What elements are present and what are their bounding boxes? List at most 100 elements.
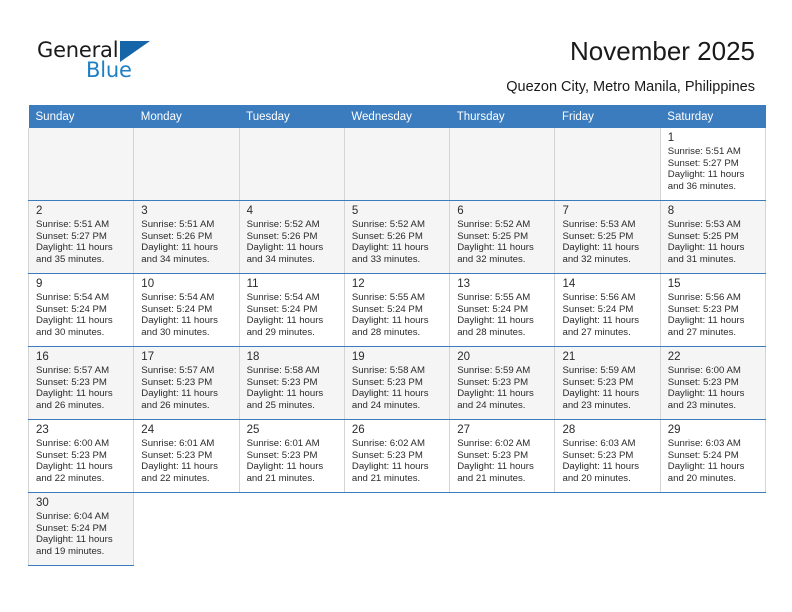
day-number: 10 (141, 278, 155, 290)
calendar-day-cell[interactable]: 22 Sunrise: 6:00 AM Sunset: 5:23 PM Dayli… (659, 346, 767, 420)
calendar-page: General Blue November 2025 Quezon City, … (0, 0, 792, 612)
calendar-day-cell[interactable]: 14 Sunrise: 5:56 AM Sunset: 5:24 PM Dayli… (554, 273, 661, 347)
day-number: 7 (562, 205, 569, 217)
sun-times-text: Sunrise: 6:00 AM Sunset: 5:23 PM Dayligh… (36, 438, 113, 484)
sun-times-text: Sunrise: 5:53 AM Sunset: 5:25 PM Dayligh… (562, 219, 640, 265)
sun-times-text: Sunrise: 6:00 AM Sunset: 5:23 PM Dayligh… (667, 365, 745, 411)
day-number (450, 493, 555, 509)
page-subtitle: Quezon City, Metro Manila, Philippines (506, 79, 755, 95)
day-number: 22 (667, 351, 681, 363)
calendar-empty-cell (554, 492, 661, 566)
day-number: 18 (246, 351, 260, 363)
calendar-day-cell[interactable]: 17 Sunrise: 5:57 AM Sunset: 5:23 PM Dayli… (133, 346, 240, 420)
sun-times-text (29, 144, 133, 146)
calendar-day-cell[interactable]: 13 Sunrise: 5:55 AM Sunset: 5:24 PM Dayli… (449, 273, 556, 347)
calendar-day-cell[interactable]: 11 Sunrise: 5:54 AM Sunset: 5:24 PM Dayli… (238, 273, 345, 347)
day-number: 20 (457, 351, 470, 363)
calendar-day-cell[interactable]: 3 Sunrise: 5:51 AM Sunset: 5:26 PM Daylig… (133, 200, 240, 274)
sun-times-text: Sunrise: 5:55 AM Sunset: 5:24 PM Dayligh… (351, 292, 429, 338)
day-number: 15 (667, 278, 681, 290)
calendar-day-inner: 7 Sunrise: 5:53 AM Sunset: 5:25 PM Daylig… (555, 201, 659, 273)
calendar-day-cell[interactable]: 25 Sunrise: 6:01 AM Sunset: 5:23 PM Dayli… (238, 419, 345, 493)
sun-times-text: Sunrise: 5:57 AM Sunset: 5:23 PM Dayligh… (36, 365, 113, 411)
day-number: 21 (562, 351, 576, 363)
day-number (345, 128, 449, 144)
calendar-day-inner: 4 Sunrise: 5:52 AM Sunset: 5:26 PM Daylig… (240, 201, 344, 273)
sun-times-text: Sunrise: 5:52 AM Sunset: 5:26 PM Dayligh… (351, 219, 429, 265)
calendar-day-inner (134, 128, 238, 200)
sun-times-text (344, 509, 449, 511)
day-number: 29 (667, 424, 681, 436)
day-number: 28 (562, 424, 576, 436)
calendar-day-cell[interactable]: 23 Sunrise: 6:00 AM Sunset: 5:23 PM Dayli… (27, 419, 135, 493)
day-number: 27 (457, 424, 470, 436)
calendar-table: Sunday Monday Tuesday Wednesday Thursday… (27, 105, 767, 566)
calendar-empty-cell (660, 492, 766, 566)
calendar-day-inner: 25 Sunrise: 6:01 AM Sunset: 5:23 PM Dayli… (240, 420, 344, 492)
calendar-day-inner: 1 Sunrise: 5:51 AM Sunset: 5:27 PM Daylig… (661, 128, 765, 200)
calendar-day-cell[interactable]: 18 Sunrise: 5:58 AM Sunset: 5:23 PM Dayli… (238, 346, 345, 420)
sun-times-text: Sunrise: 6:02 AM Sunset: 5:23 PM Dayligh… (351, 438, 429, 484)
calendar-day-cell[interactable]: 5 Sunrise: 5:52 AM Sunset: 5:26 PM Daylig… (343, 200, 451, 274)
sun-times-text: Sunrise: 6:03 AM Sunset: 5:24 PM Dayligh… (667, 438, 745, 484)
sun-times-text: Sunrise: 6:01 AM Sunset: 5:23 PM Dayligh… (141, 438, 218, 484)
calendar-day-cell[interactable]: 16 Sunrise: 5:57 AM Sunset: 5:23 PM Dayli… (27, 346, 135, 420)
sun-times-text (660, 509, 765, 511)
sun-times-text: Sunrise: 5:53 AM Sunset: 5:25 PM Dayligh… (667, 219, 745, 265)
calendar-day-cell[interactable]: 1 Sunrise: 5:51 AM Sunset: 5:27 PM Daylig… (659, 128, 767, 201)
calendar-day-inner: 19 Sunrise: 5:58 AM Sunset: 5:23 PM Dayli… (345, 347, 449, 419)
calendar-day-cell[interactable]: 21 Sunrise: 5:59 AM Sunset: 5:23 PM Dayli… (554, 346, 661, 420)
calendar-day-cell[interactable]: 15 Sunrise: 5:56 AM Sunset: 5:23 PM Dayli… (659, 273, 767, 347)
sun-times-text: Sunrise: 5:54 AM Sunset: 5:24 PM Dayligh… (141, 292, 218, 338)
sun-times-text: Sunrise: 6:01 AM Sunset: 5:23 PM Dayligh… (246, 438, 324, 484)
sun-times-text: Sunrise: 5:57 AM Sunset: 5:23 PM Dayligh… (141, 365, 218, 411)
day-number: 9 (36, 278, 43, 290)
calendar-day-inner (660, 493, 765, 565)
calendar-day-cell[interactable]: 9 Sunrise: 5:54 AM Sunset: 5:24 PM Daylig… (27, 273, 135, 347)
day-number (555, 493, 660, 509)
calendar-empty-cell (27, 128, 135, 201)
sun-times-text (450, 144, 554, 146)
general-blue-logo[interactable]: General Blue (37, 38, 177, 88)
calendar-day-inner (555, 128, 659, 200)
day-number (134, 493, 239, 509)
calendar-day-cell[interactable]: 12 Sunrise: 5:55 AM Sunset: 5:24 PM Dayli… (343, 273, 451, 347)
sun-times-text: Sunrise: 6:03 AM Sunset: 5:23 PM Dayligh… (562, 438, 640, 484)
calendar-day-cell[interactable]: 30 Sunrise: 6:04 AM Sunset: 5:24 PM Dayli… (27, 492, 135, 566)
calendar-day-cell[interactable]: 26 Sunrise: 6:02 AM Sunset: 5:23 PM Dayli… (343, 419, 451, 493)
day-number: 17 (141, 351, 155, 363)
sun-times-text (555, 144, 659, 146)
day-number: 2 (36, 205, 43, 217)
calendar-day-inner (450, 493, 555, 565)
calendar-day-inner: 2 Sunrise: 5:51 AM Sunset: 5:27 PM Daylig… (29, 201, 133, 273)
weekday-header-sunday: Sunday (28, 105, 134, 128)
calendar-day-cell[interactable]: 20 Sunrise: 5:59 AM Sunset: 5:23 PM Dayli… (449, 346, 556, 420)
sun-times-text: Sunrise: 5:51 AM Sunset: 5:27 PM Dayligh… (667, 146, 745, 192)
calendar-day-cell[interactable]: 10 Sunrise: 5:54 AM Sunset: 5:24 PM Dayli… (133, 273, 240, 347)
calendar-day-cell[interactable]: 8 Sunrise: 5:53 AM Sunset: 5:25 PM Daylig… (659, 200, 767, 274)
sun-times-text: Sunrise: 5:58 AM Sunset: 5:23 PM Dayligh… (246, 365, 324, 411)
calendar-week-row: 1 Sunrise: 5:51 AM Sunset: 5:27 PM Daylig… (27, 128, 767, 201)
calendar-day-inner: 24 Sunrise: 6:01 AM Sunset: 5:23 PM Dayli… (134, 420, 238, 492)
sun-times-text (134, 144, 238, 146)
day-number (134, 128, 238, 144)
calendar-day-inner: 20 Sunrise: 5:59 AM Sunset: 5:23 PM Dayli… (450, 347, 554, 419)
sun-times-text (134, 509, 239, 511)
calendar-day-cell[interactable]: 29 Sunrise: 6:03 AM Sunset: 5:24 PM Dayli… (659, 419, 767, 493)
calendar-day-inner: 11 Sunrise: 5:54 AM Sunset: 5:24 PM Dayli… (240, 274, 344, 346)
sun-times-text: Sunrise: 5:51 AM Sunset: 5:27 PM Dayligh… (36, 219, 113, 265)
sun-times-text: Sunrise: 5:56 AM Sunset: 5:23 PM Dayligh… (667, 292, 745, 338)
calendar-day-inner: 16 Sunrise: 5:57 AM Sunset: 5:23 PM Dayli… (29, 347, 133, 419)
calendar-day-cell[interactable]: 6 Sunrise: 5:52 AM Sunset: 5:25 PM Daylig… (449, 200, 556, 274)
calendar-day-cell[interactable]: 2 Sunrise: 5:51 AM Sunset: 5:27 PM Daylig… (27, 200, 135, 274)
calendar-day-cell[interactable]: 27 Sunrise: 6:02 AM Sunset: 5:23 PM Dayli… (449, 419, 556, 493)
calendar-day-cell[interactable]: 19 Sunrise: 5:58 AM Sunset: 5:23 PM Dayli… (343, 346, 451, 420)
calendar-empty-cell (449, 128, 556, 201)
calendar-day-cell[interactable]: 28 Sunrise: 6:03 AM Sunset: 5:23 PM Dayli… (554, 419, 661, 493)
weekday-header-friday: Friday (554, 105, 661, 128)
calendar-day-cell[interactable]: 4 Sunrise: 5:52 AM Sunset: 5:26 PM Daylig… (238, 200, 345, 274)
day-number: 25 (246, 424, 260, 436)
calendar-day-cell[interactable]: 7 Sunrise: 5:53 AM Sunset: 5:25 PM Daylig… (554, 200, 661, 274)
calendar-day-cell[interactable]: 24 Sunrise: 6:01 AM Sunset: 5:23 PM Dayli… (133, 419, 240, 493)
page-title: November 2025 (570, 36, 755, 66)
